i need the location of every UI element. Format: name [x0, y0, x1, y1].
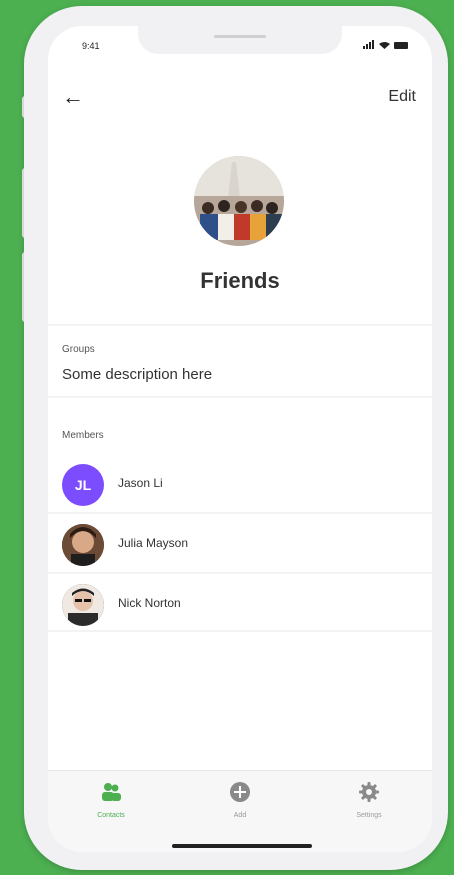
- phone-screen: 9:41 ← Edit Friends Groups Some descript…: [48, 26, 432, 852]
- contacts-icon: [102, 783, 121, 801]
- member-name: Jason Li: [118, 476, 163, 490]
- home-indicator[interactable]: [172, 844, 312, 848]
- members-label: Members: [62, 430, 104, 441]
- tab-settings[interactable]: Settings: [324, 781, 414, 819]
- tab-contacts[interactable]: Contacts: [66, 781, 156, 819]
- status-icons: [363, 40, 408, 51]
- avatar-photo: [62, 524, 104, 566]
- group-photo-image: [194, 156, 284, 246]
- edit-button[interactable]: Edit: [388, 88, 416, 106]
- tab-bar: Contacts Add Settings: [48, 770, 432, 852]
- group-description[interactable]: Some description here: [62, 366, 212, 383]
- group-title: Friends: [200, 268, 280, 293]
- notch: [138, 26, 342, 54]
- add-icon: [230, 782, 250, 802]
- avatar: [62, 524, 104, 566]
- divider: [48, 630, 432, 632]
- divider: [48, 324, 432, 326]
- member-row-nick-norton[interactable]: Nick Norton: [48, 574, 432, 632]
- signal-icon: [363, 40, 375, 51]
- member-row-julia-mayson[interactable]: Julia Mayson: [48, 514, 432, 572]
- group-avatar[interactable]: [194, 156, 284, 246]
- status-time: 9:41: [82, 41, 100, 51]
- avatar: [62, 584, 104, 626]
- avatar: JL: [62, 464, 104, 506]
- back-arrow-icon[interactable]: ←: [62, 84, 84, 110]
- member-name: Julia Mayson: [118, 536, 189, 550]
- member-row-jason-li[interactable]: JL Jason Li: [48, 454, 432, 512]
- avatar-initials: JL: [74, 477, 92, 493]
- wifi-icon: [379, 41, 390, 51]
- tab-label: Add: [233, 812, 247, 819]
- divider: [48, 396, 432, 398]
- gear-icon: [359, 782, 379, 802]
- avatar-photo: [62, 584, 104, 626]
- battery-icon: [394, 42, 408, 49]
- member-name: Nick Norton: [118, 596, 181, 610]
- groups-label: Groups: [62, 344, 95, 355]
- top-bar: ← Edit: [48, 84, 432, 114]
- speaker: [214, 35, 266, 38]
- tab-label: Contacts: [97, 812, 125, 819]
- tab-add[interactable]: Add: [195, 781, 285, 819]
- group-header: Friends: [48, 136, 432, 326]
- tab-label: Settings: [356, 812, 382, 819]
